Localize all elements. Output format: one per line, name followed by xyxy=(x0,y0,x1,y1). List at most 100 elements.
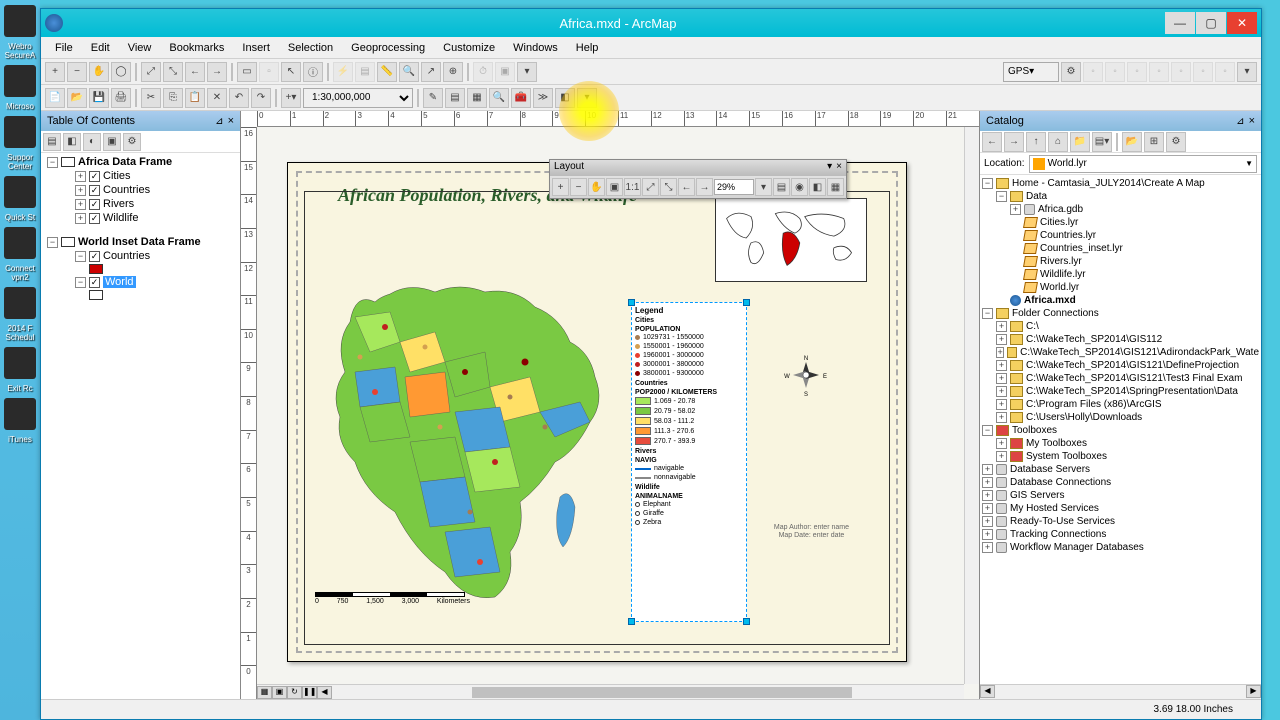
close-button[interactable]: ✕ xyxy=(1227,12,1257,34)
python-icon[interactable]: ≫ xyxy=(533,88,553,108)
gps-tool-icon[interactable]: ◦ xyxy=(1215,62,1235,82)
desktop-icon[interactable] xyxy=(4,116,36,148)
arctoolbox-icon[interactable]: 🧰 xyxy=(511,88,531,108)
close-icon[interactable]: × xyxy=(836,161,842,175)
visibility-checkbox[interactable] xyxy=(89,171,100,182)
close-icon[interactable]: × xyxy=(228,115,234,127)
undo-icon[interactable]: ↶ xyxy=(229,88,249,108)
identify-icon[interactable]: ⓘ xyxy=(303,62,323,82)
catalog-folder[interactable]: C:\WakeTech_SP2014\GIS121\Test3 Final Ex… xyxy=(1026,373,1242,384)
toolbar-options-icon[interactable]: ▾ xyxy=(517,62,537,82)
menu-edit[interactable]: Edit xyxy=(83,40,118,56)
layout-view-button[interactable]: ▣ xyxy=(272,686,287,699)
focus-data-frame-icon[interactable]: ◉ xyxy=(791,178,808,196)
catalog-gdb[interactable]: Africa.gdb xyxy=(1038,204,1083,215)
close-icon[interactable]: × xyxy=(1249,115,1255,127)
resize-handle[interactable] xyxy=(628,618,635,625)
catalog-item[interactable]: My Toolboxes xyxy=(1026,438,1087,449)
catalog-section[interactable]: GIS Servers xyxy=(1010,490,1064,501)
refresh-button[interactable]: ↻ xyxy=(287,686,302,699)
catalog-section[interactable]: My Hosted Services xyxy=(1010,503,1099,514)
data-view-button[interactable]: ▦ xyxy=(257,686,272,699)
collapse-icon[interactable]: − xyxy=(47,237,58,248)
layer-countries[interactable]: Countries xyxy=(103,184,150,196)
legend-element-selected[interactable]: Legend Cities POPULATION 1029731 - 15500… xyxy=(631,302,747,622)
pan-icon[interactable]: ✋ xyxy=(89,62,109,82)
zoom-in-icon[interactable]: + xyxy=(45,62,65,82)
map-credits[interactable]: Map Author: enter name Map Date: enter d… xyxy=(774,524,849,541)
catalog-section[interactable]: Folder Connections xyxy=(1012,308,1099,319)
create-viewer-icon[interactable]: ▣ xyxy=(495,62,515,82)
scroll-thumb[interactable] xyxy=(472,687,852,698)
desktop-icon[interactable] xyxy=(4,347,36,379)
goto-xy-icon[interactable]: ⊕ xyxy=(443,62,463,82)
layer-wildlife[interactable]: Wildlife xyxy=(103,212,138,224)
menu-selection[interactable]: Selection xyxy=(280,40,341,56)
add-data-icon[interactable]: +▾ xyxy=(281,88,301,108)
full-extent-icon[interactable]: ◯ xyxy=(111,62,131,82)
pin-icon[interactable]: ⊿ xyxy=(1236,116,1244,127)
search-icon[interactable]: 🔍 xyxy=(489,88,509,108)
zoom-dropdown-icon[interactable]: ▾ xyxy=(755,178,772,196)
forward-extent-icon[interactable]: → xyxy=(696,178,713,196)
resize-handle[interactable] xyxy=(628,299,635,306)
zoom-100-icon[interactable]: 1:1 xyxy=(624,178,641,196)
toggle-tree-icon[interactable]: ⊞ xyxy=(1144,132,1164,152)
pan-layout-icon[interactable]: ✋ xyxy=(588,178,605,196)
layer-countries-inset[interactable]: Countries xyxy=(103,250,150,262)
map-scale-combo[interactable]: 1:30,000,000 xyxy=(303,88,413,108)
maximize-button[interactable]: ▢ xyxy=(1196,12,1226,34)
dropdown-icon[interactable]: ▼ xyxy=(1245,159,1253,168)
menu-insert[interactable]: Insert xyxy=(234,40,278,56)
collapse-icon[interactable]: − xyxy=(75,277,86,288)
gps-tool-icon[interactable]: ◦ xyxy=(1193,62,1213,82)
folder-icon[interactable]: 📁 xyxy=(1070,132,1090,152)
hyperlink-icon[interactable]: ⚡ xyxy=(333,62,353,82)
menu-geoprocessing[interactable]: Geoprocessing xyxy=(343,40,433,56)
time-slider-icon[interactable]: ⏱ xyxy=(473,62,493,82)
fixed-zoom-out-icon[interactable]: ⤡ xyxy=(660,178,677,196)
options-icon[interactable]: ⚙ xyxy=(1166,132,1186,152)
toc-icon[interactable]: ▤ xyxy=(445,88,465,108)
expand-icon[interactable]: + xyxy=(75,213,86,224)
catalog-lyr[interactable]: Cities.lyr xyxy=(1040,217,1078,228)
catalog-lyr[interactable]: World.lyr xyxy=(1040,282,1079,293)
catalog-folder[interactable]: Data xyxy=(1026,191,1047,202)
visibility-checkbox[interactable] xyxy=(89,213,100,224)
up-icon[interactable]: ↑ xyxy=(1026,132,1046,152)
expand-icon[interactable]: + xyxy=(75,199,86,210)
back-extent-icon[interactable]: ← xyxy=(678,178,695,196)
save-icon[interactable]: 💾 xyxy=(89,88,109,108)
minimize-button[interactable]: — xyxy=(1165,12,1195,34)
catalog-scrollbar[interactable]: ◀ ▶ xyxy=(980,684,1261,699)
forward-extent-icon[interactable]: → xyxy=(207,62,227,82)
catalog-section[interactable]: Ready-To-Use Services xyxy=(1010,516,1115,527)
gps-tool-icon[interactable]: ◦ xyxy=(1083,62,1103,82)
gps-tool-icon[interactable]: ◦ xyxy=(1149,62,1169,82)
list-by-drawing-order-icon[interactable]: ▤ xyxy=(43,133,61,151)
catalog-tree[interactable]: −Home - Camtasia_JULY2014\Create A Map −… xyxy=(980,175,1261,684)
toolbar-options-icon[interactable]: ▾ xyxy=(577,88,597,108)
menu-windows[interactable]: Windows xyxy=(505,40,566,56)
catalog-folder[interactable]: C:\WakeTech_SP2014\GIS121\DefineProjecti… xyxy=(1026,360,1239,371)
scroll-right-icon[interactable]: ▶ xyxy=(1246,685,1261,698)
collapse-icon[interactable]: − xyxy=(75,251,86,262)
catalog-item[interactable]: System Toolboxes xyxy=(1026,451,1107,462)
scale-bar[interactable]: 0 750 1,500 3,000 Kilometers xyxy=(315,592,470,605)
collapse-icon[interactable]: − xyxy=(47,157,58,168)
editor-toolbar-icon[interactable]: ✎ xyxy=(423,88,443,108)
find-route-icon[interactable]: ↗ xyxy=(421,62,441,82)
catalog-lyr[interactable]: Rivers.lyr xyxy=(1040,256,1082,267)
cut-icon[interactable]: ✂ xyxy=(141,88,161,108)
gps-dropdown[interactable]: GPS ▾ xyxy=(1003,62,1059,82)
data-driven-pages-icon[interactable]: ▦ xyxy=(827,178,844,196)
catalog-section[interactable]: Workflow Manager Databases xyxy=(1010,542,1144,553)
catalog-lyr[interactable]: Countries_inset.lyr xyxy=(1040,243,1123,254)
resize-handle[interactable] xyxy=(743,618,750,625)
layer-rivers[interactable]: Rivers xyxy=(103,198,134,210)
pin-icon[interactable]: ⊿ xyxy=(215,116,223,127)
catalog-folder[interactable]: C:\WakeTech_SP2014\SpringPresentation\Da… xyxy=(1026,386,1238,397)
gps-tool-icon[interactable]: ◦ xyxy=(1127,62,1147,82)
view-icon[interactable]: ▤▾ xyxy=(1092,132,1112,152)
menu-customize[interactable]: Customize xyxy=(435,40,503,56)
